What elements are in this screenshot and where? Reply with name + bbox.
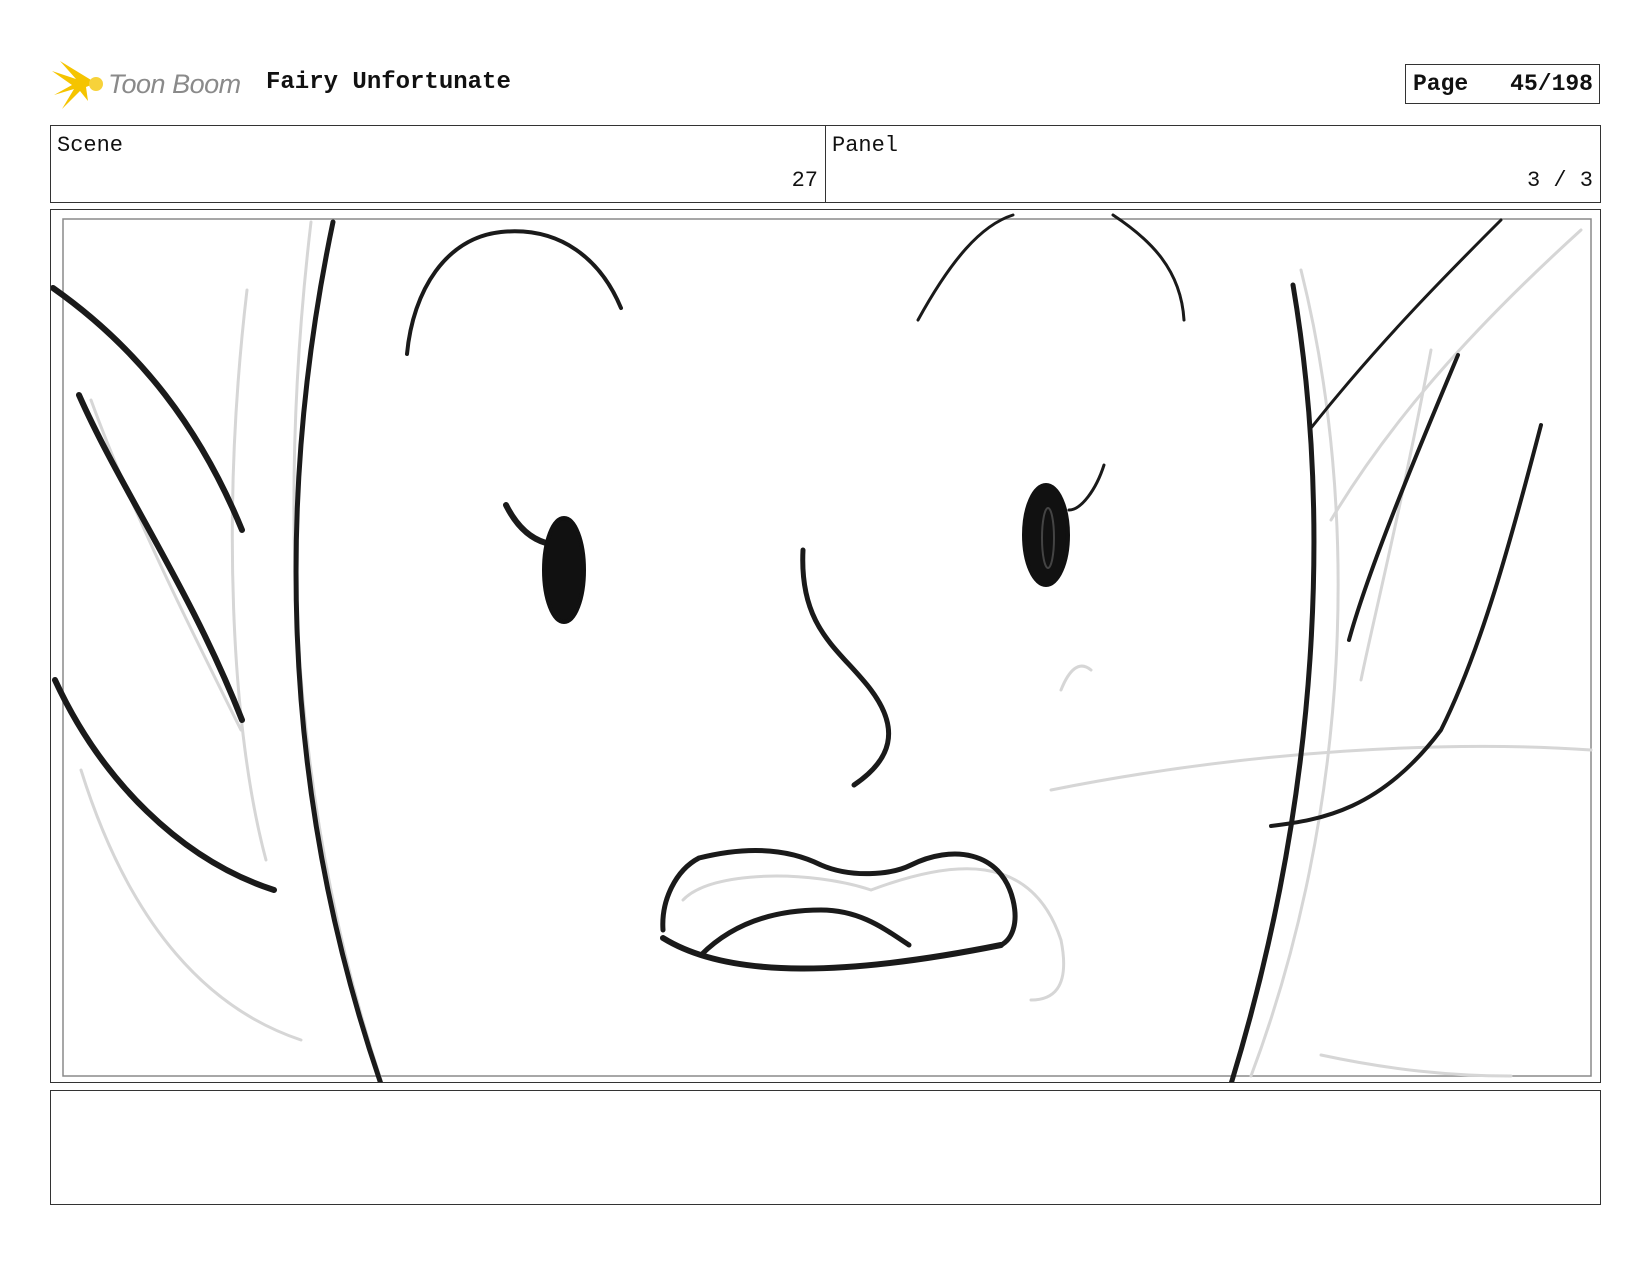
- starburst-icon: [52, 61, 103, 109]
- scene-number: 27: [791, 168, 818, 193]
- panel-cell: Panel 3 / 3: [825, 126, 1600, 202]
- toon-boom-logo: Toon Boom: [52, 57, 252, 113]
- panel-notes-box[interactable]: [50, 1090, 1601, 1205]
- panel-number: 3 / 3: [1526, 168, 1593, 193]
- page-label: Page: [1413, 71, 1469, 97]
- page-indicator: Page 45/198: [1405, 64, 1600, 104]
- scene-cell: Scene 27: [51, 126, 825, 202]
- page-number: 45/198: [1510, 71, 1593, 97]
- panel-label: Panel: [832, 133, 899, 158]
- storyboard-panel: [50, 209, 1601, 1083]
- safe-frame: [62, 218, 1592, 1077]
- scene-label: Scene: [57, 133, 124, 158]
- scene-panel-info: Scene 27 Panel 3 / 3: [50, 125, 1601, 203]
- logo-text: Toon Boom: [108, 69, 241, 99]
- project-title: Fairy Unfortunate: [266, 69, 511, 96]
- panel-sketch: [51, 213, 1593, 1082]
